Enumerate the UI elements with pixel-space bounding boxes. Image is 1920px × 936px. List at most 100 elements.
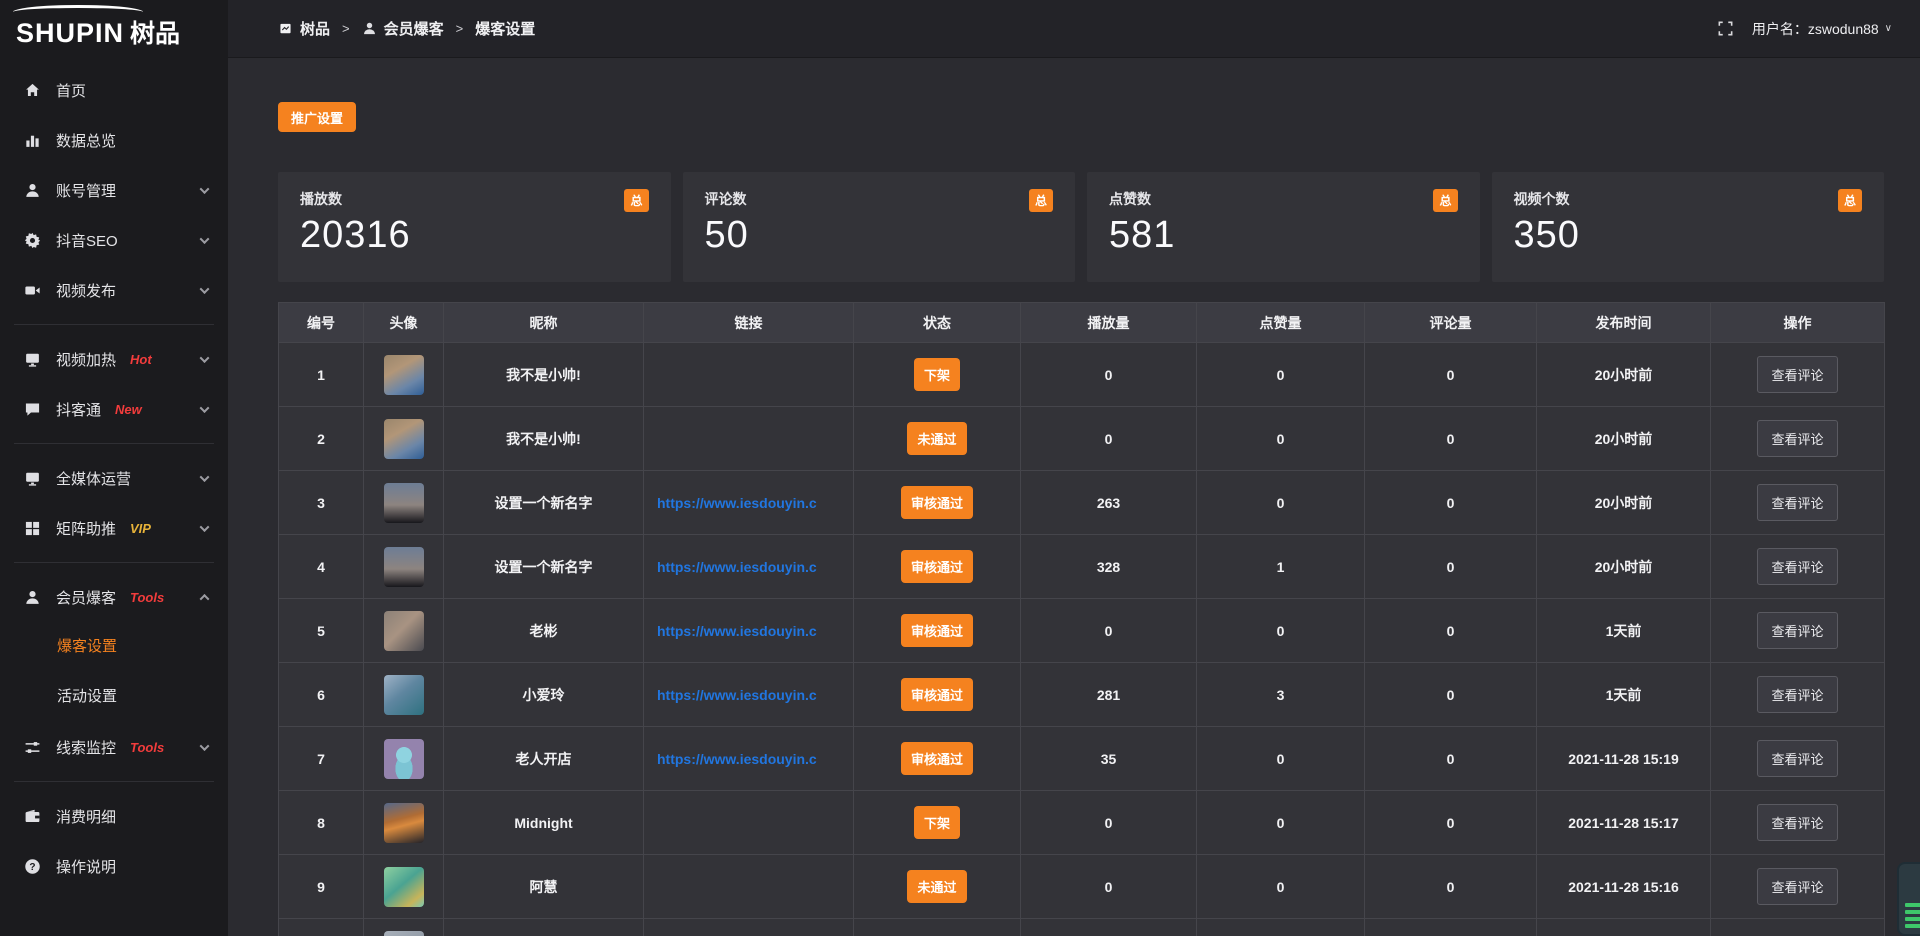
sidebar-item-label: 抖音SEO xyxy=(56,230,118,251)
avatar xyxy=(384,547,424,587)
cell-status: 未通过 xyxy=(854,407,1021,471)
cell-time: 20小时前 xyxy=(1537,407,1711,471)
cell-nickname: 设置一个新名字 xyxy=(444,471,644,535)
view-comments-button[interactable]: 查看评论 xyxy=(1757,548,1837,585)
cell-likes: 0 xyxy=(1197,343,1365,407)
sidebar-item-omni-media[interactable]: 全媒体运营 xyxy=(0,453,228,503)
video-link[interactable]: https://www.iesdouyin.c xyxy=(657,623,817,639)
sidebar-item-video-publish[interactable]: 视频发布 xyxy=(0,265,228,315)
breadcrumb-item-shupin[interactable]: 树品 xyxy=(278,18,330,39)
sidebar-item-data-overview[interactable]: 数据总览 xyxy=(0,115,228,165)
column-header: 播放量 xyxy=(1021,303,1197,343)
stat-value: 50 xyxy=(705,214,1054,257)
chevron-down-icon xyxy=(200,184,210,194)
sidebar-item-account-management[interactable]: 账号管理 xyxy=(0,165,228,215)
cell-action: 查看评论 xyxy=(1711,599,1885,663)
username[interactable]: 用户名：zswodun88 xyxy=(1752,19,1879,39)
sidebar-item-tag: Tools xyxy=(130,740,164,755)
cell-time: 20小时前 xyxy=(1537,535,1711,599)
floating-widget[interactable] xyxy=(1897,862,1920,936)
cell-likes: 0 xyxy=(1197,791,1365,855)
sidebar-subitem-baoke-settings[interactable]: 爆客设置 xyxy=(0,622,228,672)
cell-link: https://www.iesdouyin.c xyxy=(644,663,854,727)
breadcrumb-item-member-baoke[interactable]: 会员爆客 xyxy=(362,18,444,39)
view-comments-button[interactable]: 查看评论 xyxy=(1757,356,1837,393)
sidebar-item-home[interactable]: 首页 xyxy=(0,65,228,115)
avatar xyxy=(384,675,424,715)
cell-avatar xyxy=(364,343,444,407)
cell-nickname: 老彬 xyxy=(444,599,644,663)
sidebar-item-label: 数据总览 xyxy=(56,130,116,151)
sidebar-item-clue-monitor[interactable]: 线索监控 Tools xyxy=(0,722,228,772)
video-link[interactable]: https://www.iesdouyin.c xyxy=(657,495,817,511)
status-badge: 未通过 xyxy=(907,422,966,455)
main-content: 推广设置 播放数 总 20316 评论数 总 50 点赞数 总 xyxy=(228,58,1920,936)
cell-id: 4 xyxy=(279,535,364,599)
table-row: 1我不是小帅!下架00020小时前查看评论 xyxy=(279,343,1885,407)
view-comments-button[interactable]: 查看评论 xyxy=(1757,612,1837,649)
sidebar-item-label: 线索监控 xyxy=(56,737,116,758)
cell-avatar xyxy=(364,791,444,855)
column-header: 头像 xyxy=(364,303,444,343)
sidebar-item-douyin-seo[interactable]: 抖音SEO xyxy=(0,215,228,265)
view-comments-button[interactable]: 查看评论 xyxy=(1757,868,1837,905)
cell-comments: 0 xyxy=(1365,407,1537,471)
view-comments-button[interactable]: 查看评论 xyxy=(1757,420,1837,457)
table-row: 2我不是小帅!未通过00020小时前查看评论 xyxy=(279,407,1885,471)
column-header: 操作 xyxy=(1711,303,1885,343)
cell-likes: 1 xyxy=(1197,535,1365,599)
app-logo[interactable]: SHUPIN树品 xyxy=(0,0,228,57)
view-comments-button[interactable]: 查看评论 xyxy=(1757,484,1837,521)
cell-status: 下架 xyxy=(854,343,1021,407)
sidebar-item-matrix-boost[interactable]: 矩阵助推VIP xyxy=(0,503,228,553)
cell-status: 下架 xyxy=(854,791,1021,855)
video-link[interactable]: https://www.iesdouyin.c xyxy=(657,751,817,767)
video-link[interactable]: https://www.iesdouyin.c xyxy=(657,687,817,703)
total-badge: 总 xyxy=(1433,189,1457,212)
table-row: 5老彬https://www.iesdouyin.c审核通过0001天前查看评论 xyxy=(279,599,1885,663)
cell-avatar xyxy=(364,599,444,663)
cell-action: 查看评论 xyxy=(1711,407,1885,471)
fullscreen-icon[interactable] xyxy=(1717,20,1734,37)
sidebar-subitem-activity-settings[interactable]: 活动设置 xyxy=(0,672,228,722)
view-comments-button[interactable]: 查看评论 xyxy=(1757,740,1837,777)
promotion-settings-button[interactable]: 推广设置 xyxy=(278,102,356,132)
status-badge: 未通过 xyxy=(907,870,966,903)
username-prefix: 用户名： xyxy=(1752,21,1808,37)
sidebar-item-tag: Tools xyxy=(130,590,164,605)
view-comments-button[interactable]: 查看评论 xyxy=(1757,804,1837,841)
sidebar-item-member-baoke[interactable]: 会员爆客Tools xyxy=(0,572,228,622)
cell-id xyxy=(279,919,364,936)
cell-action: 查看评论 xyxy=(1711,855,1885,919)
total-badge: 总 xyxy=(624,189,648,212)
cell-time xyxy=(1537,919,1711,936)
column-header: 链接 xyxy=(644,303,854,343)
sidebar-item-douketong[interactable]: 抖客通New xyxy=(0,384,228,434)
bubble-icon xyxy=(24,401,41,418)
column-header: 点赞量 xyxy=(1197,303,1365,343)
sidebar-item-operation-guide[interactable]: ?操作说明 xyxy=(0,841,228,891)
avatar xyxy=(384,483,424,523)
stat-card-videos: 视频个数 总 350 xyxy=(1492,172,1885,282)
gear-icon xyxy=(24,232,41,249)
status-badge: 下架 xyxy=(914,806,960,839)
cell-likes: 0 xyxy=(1197,599,1365,663)
cell-avatar xyxy=(364,663,444,727)
grid-icon xyxy=(24,520,41,537)
divider xyxy=(14,781,214,782)
table-row: 8Midnight下架0002021-11-28 15:17查看评论 xyxy=(279,791,1885,855)
video-link[interactable]: https://www.iesdouyin.c xyxy=(657,559,817,575)
cell-status: 审核通过 xyxy=(854,663,1021,727)
stat-label: 评论数 xyxy=(705,189,747,209)
cell-avatar xyxy=(364,727,444,791)
cell-comments: 0 xyxy=(1365,535,1537,599)
breadcrumb-separator: > xyxy=(456,21,464,36)
sidebar-item-tag: Hot xyxy=(130,352,152,367)
user-menu-caret-icon[interactable]: ∨ xyxy=(1885,23,1892,34)
breadcrumb-item-baoke-settings[interactable]: 爆客设置 xyxy=(475,18,535,39)
stat-label: 点赞数 xyxy=(1109,189,1151,209)
view-comments-button[interactable]: 查看评论 xyxy=(1757,676,1837,713)
sidebar-item-consume-detail[interactable]: 消费明细 xyxy=(0,791,228,841)
sidebar-item-video-heat[interactable]: 视频加热Hot xyxy=(0,334,228,384)
chevron-down-icon xyxy=(200,284,210,294)
